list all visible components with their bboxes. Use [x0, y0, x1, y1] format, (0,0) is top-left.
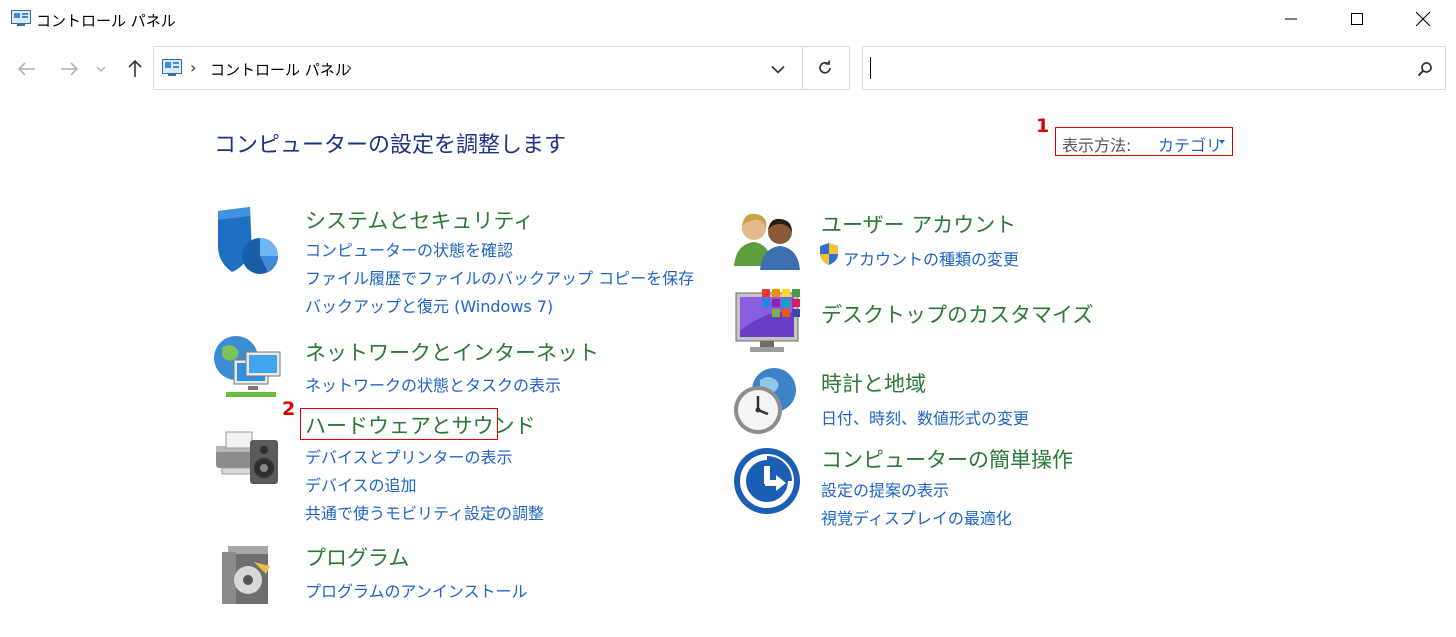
link-check-computer-status[interactable]: コンピューターの状態を確認 [305, 237, 513, 261]
chevron-down-icon [771, 65, 785, 74]
link-uninstall-program[interactable]: プログラムのアンインストール [305, 578, 528, 602]
category-system-security[interactable]: システムとセキュリティ [305, 205, 534, 235]
text-caret [870, 57, 871, 79]
category-clock-region[interactable]: 時計と地域 [821, 368, 926, 398]
link-mobility-settings[interactable]: 共通で使うモビリティ設定の調整 [305, 500, 544, 524]
recent-locations-button[interactable] [92, 56, 110, 82]
minimize-icon [1285, 18, 1297, 20]
maximize-button[interactable] [1334, 0, 1380, 38]
view-by-dropdown[interactable]: カテゴリ [1158, 132, 1222, 156]
address-bar[interactable]: › コントロール パネル › [153, 46, 850, 90]
ease-of-access-icon[interactable] [732, 446, 802, 516]
search-icon[interactable] [1415, 59, 1435, 79]
address-dropdown-button[interactable] [764, 57, 792, 81]
link-network-status-tasks[interactable]: ネットワークの状態とタスクの表示 [305, 372, 561, 396]
forward-arrow-icon [61, 62, 78, 76]
link-add-device[interactable]: デバイスの追加 [305, 472, 417, 496]
up-button[interactable] [122, 56, 148, 82]
category-user-accounts[interactable]: ユーザー アカウント [821, 209, 1016, 239]
category-hardware-sound[interactable]: ハードウェアとサウンド [305, 410, 536, 440]
category-ease-of-access[interactable]: コンピューターの簡単操作 [821, 444, 1073, 474]
shield-icon[interactable] [212, 206, 282, 276]
clock-globe-icon[interactable] [730, 366, 800, 436]
up-arrow-icon [128, 60, 142, 77]
annotation-1: 1 [1036, 115, 1050, 137]
users-icon[interactable] [734, 210, 804, 280]
category-desktop-customize[interactable]: デスクトップのカスタマイズ [821, 299, 1093, 329]
link-backup-restore[interactable]: バックアップと復元 (Windows 7) [305, 293, 553, 317]
breadcrumb-separator[interactable]: › [346, 58, 352, 77]
minimize-button[interactable] [1268, 0, 1314, 38]
view-by-highlight: 表示方法: カテゴリ [1055, 127, 1233, 156]
address-divider [802, 47, 803, 89]
breadcrumb-control-panel[interactable]: コントロール パネル [210, 59, 350, 80]
link-file-history-backup[interactable]: ファイル履歴でファイルのバックアップ コピーを保存 [305, 265, 694, 289]
uac-shield-icon [818, 242, 840, 266]
back-button[interactable] [14, 56, 40, 82]
dropdown-arrow-icon[interactable] [1219, 140, 1225, 144]
link-date-time-format[interactable]: 日付、時刻、数値形式の変更 [821, 405, 1029, 429]
link-devices-printers[interactable]: デバイスとプリンターの表示 [305, 444, 513, 468]
network-globe-icon[interactable] [212, 334, 282, 404]
window-title: コントロール パネル [36, 12, 176, 30]
search-input[interactable] [875, 55, 1399, 83]
link-suggested-settings[interactable]: 設定の提案の表示 [821, 477, 949, 501]
monitor-tiles-icon[interactable] [734, 287, 804, 357]
link-change-account-type[interactable]: アカウントの種類の変更 [843, 246, 1019, 270]
breadcrumb-separator: › [190, 58, 197, 77]
close-button[interactable] [1400, 0, 1446, 38]
title-bar: コントロール パネル [0, 0, 1456, 38]
control-panel-icon [11, 10, 31, 26]
forward-button[interactable] [56, 56, 82, 82]
control-panel-icon [162, 59, 182, 77]
printer-speaker-icon[interactable] [214, 418, 284, 488]
programs-disc-icon[interactable] [218, 540, 288, 610]
category-programs[interactable]: プログラム [305, 542, 409, 572]
back-arrow-icon [18, 62, 35, 76]
category-network-internet[interactable]: ネットワークとインターネット [305, 337, 599, 367]
view-by-label: 表示方法: [1062, 136, 1132, 155]
search-box[interactable] [862, 46, 1446, 90]
close-icon [1416, 12, 1430, 26]
maximize-icon [1351, 13, 1363, 25]
page-title: コンピューターの設定を調整します [214, 133, 567, 158]
link-optimize-visual-display[interactable]: 視覚ディスプレイの最適化 [821, 505, 1012, 529]
refresh-icon [819, 60, 831, 74]
annotation-2: 2 [282, 398, 296, 420]
refresh-button[interactable] [810, 55, 840, 81]
chevron-down-icon [96, 66, 106, 72]
